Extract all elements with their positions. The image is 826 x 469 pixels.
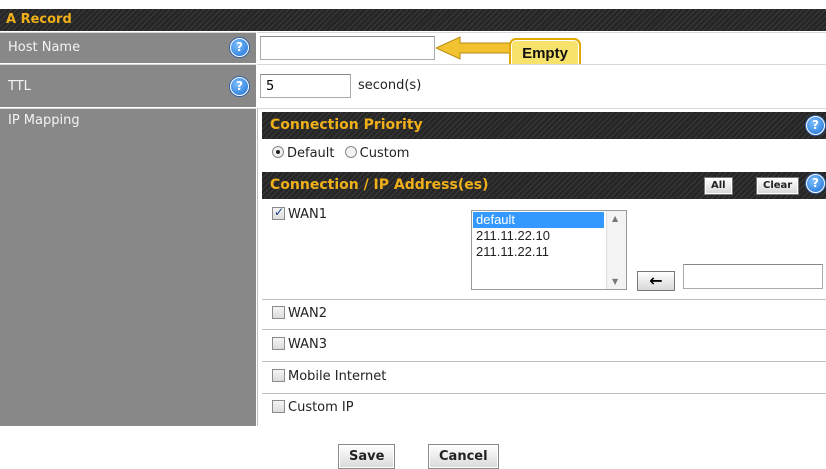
custom-ip-label: Custom IP: [288, 400, 354, 415]
arrow-left-icon: ←: [649, 271, 663, 290]
default-radio[interactable]: [272, 146, 284, 158]
wan1-label: WAN1: [288, 207, 328, 222]
cancel-button[interactable]: Cancel: [428, 444, 499, 469]
mobile-internet-checkbox[interactable]: [272, 369, 285, 382]
ttl-unit: second(s): [358, 78, 422, 93]
clear-button[interactable]: Clear: [756, 177, 800, 195]
connection-ip-header: Connection / IP Address(es): [262, 172, 826, 199]
wan3-row: WAN3: [272, 337, 327, 352]
custom-radio[interactable]: [344, 146, 357, 158]
host-name-help-icon[interactable]: ?: [230, 38, 249, 57]
connection-priority-header: Connection Priority: [262, 112, 826, 139]
scroll-up-icon[interactable]: ▲: [612, 214, 618, 223]
connection-priority-title: Connection Priority: [270, 117, 423, 133]
wan2-row: WAN2: [272, 306, 327, 321]
section-title: A Record: [6, 12, 72, 27]
ip-list-item-1[interactable]: 211.11.22.10: [473, 228, 604, 244]
ip-list-item-default[interactable]: default: [473, 212, 604, 228]
all-button[interactable]: All: [704, 177, 733, 195]
divider: [262, 329, 826, 330]
ttl-input[interactable]: [260, 74, 351, 98]
divider: [262, 393, 826, 394]
divider: [262, 299, 826, 300]
custom-radio-label: Custom: [359, 146, 410, 161]
section-header: A Record: [0, 9, 826, 31]
ip-mapping-label-cell: IP Mapping: [0, 108, 256, 426]
save-button[interactable]: Save: [338, 444, 396, 469]
connection-ip-help-icon[interactable]: ?: [806, 174, 825, 193]
wan2-checkbox[interactable]: [272, 306, 285, 319]
wan3-label: WAN3: [288, 337, 328, 352]
custom-ip-row: Custom IP: [272, 400, 354, 415]
host-name-label: Host Name: [8, 40, 81, 55]
empty-callout-text: Empty: [522, 45, 568, 62]
default-radio-label: Default: [287, 146, 335, 161]
ip-list-scrollbar[interactable]: ▲ ▼: [606, 211, 626, 289]
ttl-help-icon[interactable]: ?: [230, 77, 249, 96]
connection-priority-help-icon[interactable]: ?: [806, 116, 825, 135]
host-name-label-cell: Host Name: [0, 32, 256, 63]
callout-arrow-icon: [436, 36, 519, 60]
mobile-internet-label: Mobile Internet: [288, 369, 387, 384]
ip-list-item-2[interactable]: 211.11.22.11: [473, 244, 604, 260]
ttl-label: TTL: [8, 79, 31, 94]
wan2-label: WAN2: [288, 306, 328, 321]
ip-address-input[interactable]: [683, 264, 823, 289]
priority-radio-group: Default Custom: [272, 146, 409, 161]
add-ip-button[interactable]: ←: [637, 271, 675, 291]
ip-mapping-label: IP Mapping: [8, 113, 80, 128]
divider: [262, 361, 826, 362]
mobile-internet-row: Mobile Internet: [272, 369, 386, 384]
connection-ip-title: Connection / IP Address(es): [270, 177, 489, 193]
wan1-row: WAN1: [272, 205, 328, 222]
host-name-input[interactable]: [260, 36, 435, 60]
scroll-down-icon[interactable]: ▼: [612, 277, 618, 286]
wan3-checkbox[interactable]: [272, 337, 285, 350]
custom-ip-checkbox[interactable]: [272, 400, 285, 413]
wan1-checkbox[interactable]: [272, 205, 285, 220]
ttl-label-cell: TTL: [0, 64, 256, 107]
ip-address-list[interactable]: default 211.11.22.10 211.11.22.11 ▲ ▼: [471, 210, 627, 290]
